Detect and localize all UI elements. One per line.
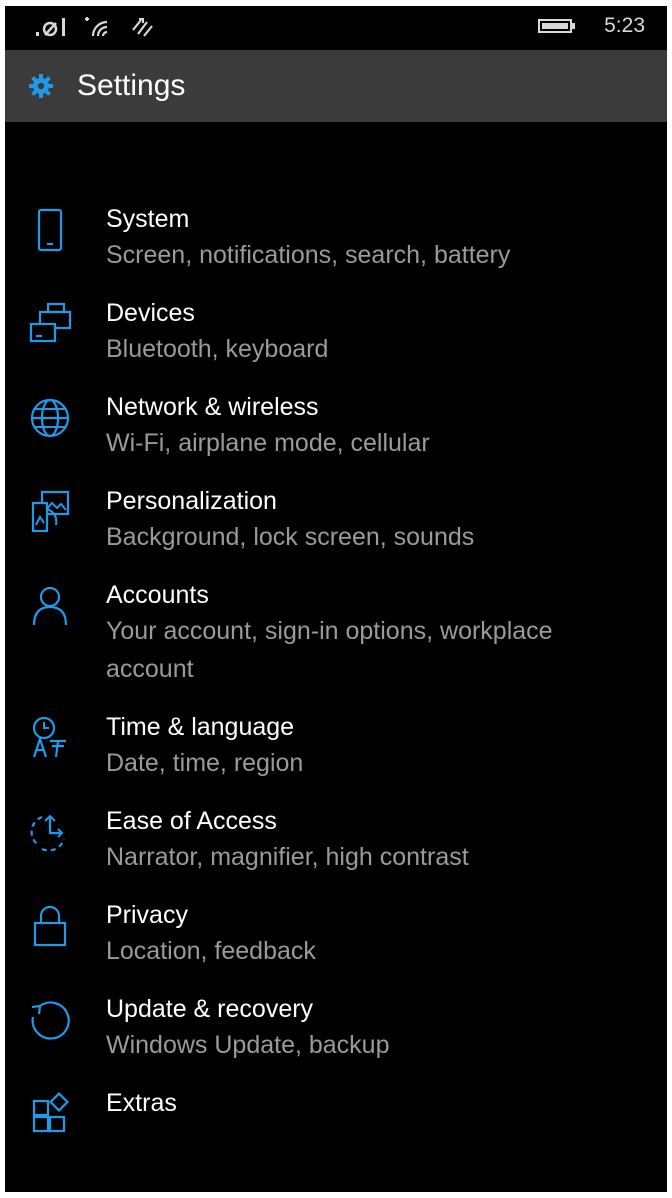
- personalization-icon: [31, 490, 70, 533]
- settings-item-label: System: [106, 205, 190, 233]
- status-icons-left: [35, 16, 169, 38]
- settings-item-label: Update & recovery: [106, 995, 314, 1023]
- clock-time: 5:23: [604, 14, 645, 37]
- lock-icon: [33, 905, 67, 947]
- settings-item-label: Privacy: [106, 901, 188, 929]
- ease-of-access-icon: [30, 814, 66, 852]
- settings-item-label: Ease of Access: [106, 807, 277, 835]
- status-icons-right: 5:23: [538, 14, 645, 38]
- globe-icon: [30, 398, 70, 438]
- settings-item-subtitle: Your account, sign-in options, workplace…: [106, 617, 553, 683]
- person-icon: [32, 586, 68, 626]
- data-sync-icon: [132, 18, 153, 37]
- settings-item-label: Time & language: [106, 713, 295, 741]
- time-language-icon: [32, 716, 66, 758]
- settings-item-subtitle: Bluetooth, keyboard: [106, 335, 329, 363]
- cellular-signal-icon: [36, 18, 65, 37]
- extras-icon: [32, 1091, 70, 1133]
- settings-item-label: Accounts: [106, 581, 209, 609]
- devices-icon: [29, 302, 72, 343]
- title-bar: Settings: [5, 50, 667, 122]
- settings-item-subtitle: Background, lock screen, sounds: [106, 523, 475, 551]
- gear-icon: [29, 74, 53, 98]
- page-title: Settings: [77, 69, 186, 102]
- settings-item-subtitle: Date, time, region: [106, 749, 304, 777]
- battery-icon: [538, 19, 576, 33]
- settings-item-label: Network & wireless: [106, 393, 319, 421]
- settings-item-subtitle: Screen, notifications, search, battery: [106, 241, 511, 269]
- phone-icon: [37, 208, 63, 252]
- status-bar: 5:23: [5, 6, 667, 50]
- phone-screen: 5:23 Settings System Screen, notificatio…: [5, 6, 667, 1192]
- settings-item-label: Devices: [106, 299, 195, 327]
- settings-item-subtitle: Narrator, magnifier, high contrast: [106, 843, 469, 871]
- wifi-icon: [85, 17, 108, 37]
- settings-item-subtitle: Windows Update, backup: [106, 1031, 390, 1059]
- settings-item-label: Personalization: [106, 487, 277, 515]
- settings-item-label: Extras: [106, 1089, 177, 1117]
- settings-item-subtitle: Location, feedback: [106, 937, 316, 965]
- settings-item-subtitle: Wi-Fi, airplane mode, cellular: [106, 429, 430, 457]
- update-icon: [31, 1001, 70, 1040]
